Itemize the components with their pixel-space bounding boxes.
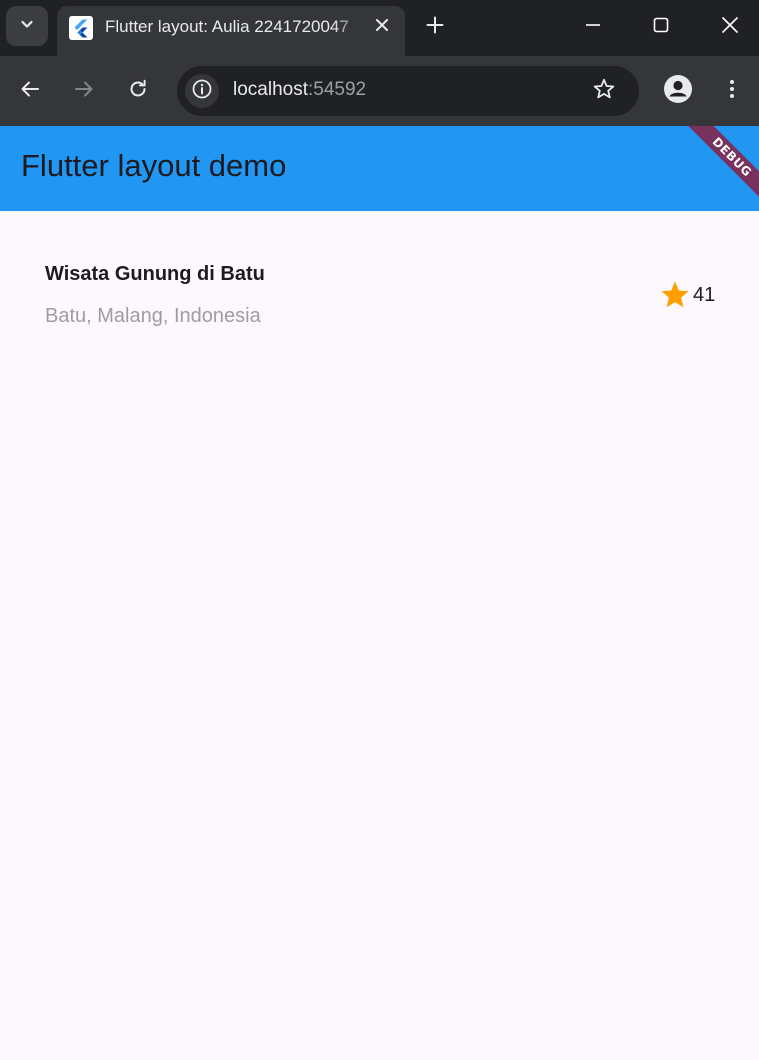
page-title: Flutter layout demo <box>21 148 287 183</box>
close-window-button[interactable] <box>702 4 758 50</box>
site-info-button[interactable] <box>185 74 219 108</box>
arrow-right-icon <box>73 78 95 105</box>
profile-button[interactable] <box>657 70 699 112</box>
tab-title: Flutter layout: Aulia 2241720047 <box>105 17 349 36</box>
reload-button[interactable] <box>117 70 159 112</box>
minimize-button[interactable] <box>565 4 621 50</box>
new-tab-button[interactable] <box>418 10 452 44</box>
forward-button[interactable] <box>63 70 105 112</box>
arrow-left-icon <box>19 78 41 105</box>
star-outline-icon <box>592 77 616 106</box>
app-bar: Flutter layout demo <box>0 126 759 211</box>
plus-icon <box>426 16 444 39</box>
app-viewport: Flutter layout demo DEBUG Wisata Gunung … <box>0 126 759 1060</box>
close-icon <box>375 18 389 37</box>
url-host: localhost <box>233 79 308 100</box>
back-button[interactable] <box>9 70 51 112</box>
tab-search-button[interactable] <box>6 6 48 46</box>
close-icon <box>721 16 739 39</box>
bookmark-button[interactable] <box>587 74 621 108</box>
person-icon <box>663 74 693 109</box>
browser-window: Flutter layout: Aulia 2241720047 localho… <box>0 0 759 1060</box>
star-icon <box>659 279 691 311</box>
place-name: Wisata Gunung di Batu <box>45 263 265 285</box>
browser-tab[interactable]: Flutter layout: Aulia 2241720047 <box>57 6 405 56</box>
favorite-count: 41 <box>693 284 716 306</box>
minimize-icon <box>585 17 601 38</box>
place-location: Batu, Malang, Indonesia <box>45 305 261 327</box>
url-text[interactable]: localhost:54592 <box>233 79 366 101</box>
reload-icon <box>127 78 149 105</box>
title-section: Wisata Gunung di Batu Batu, Malang, Indo… <box>0 211 759 381</box>
url-port: :54592 <box>308 79 367 100</box>
browser-toolbar: localhost:54592 <box>0 56 759 126</box>
browser-menu-button[interactable] <box>711 70 753 112</box>
tab-strip: Flutter layout: Aulia 2241720047 <box>0 0 759 56</box>
close-tab-button[interactable] <box>369 14 395 40</box>
address-bar[interactable]: localhost:54592 <box>177 66 639 116</box>
maximize-icon <box>653 17 669 38</box>
chevron-down-icon <box>19 16 35 37</box>
maximize-button[interactable] <box>633 4 689 50</box>
info-icon <box>191 78 213 105</box>
more-vertical-icon <box>721 78 743 105</box>
flutter-logo-icon <box>69 16 93 40</box>
